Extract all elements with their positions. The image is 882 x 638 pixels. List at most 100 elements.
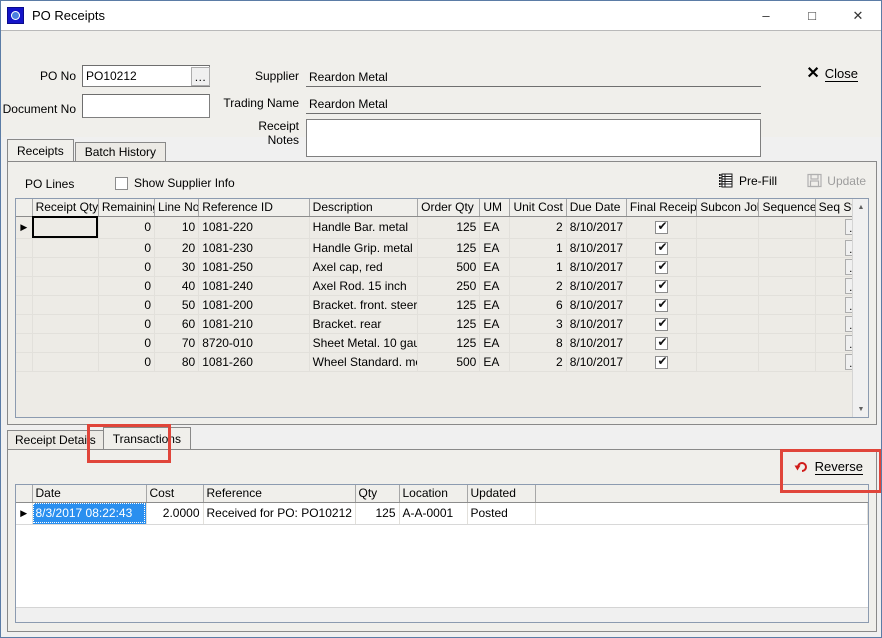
tcol-reference[interactable]: Reference: [203, 485, 356, 503]
col-line-no[interactable]: Line No: [154, 199, 200, 217]
table-row[interactable]: 0 40 1081-240 Axel Rod. 15 inch 250 EA 2 8/10/2…: [16, 276, 868, 296]
update-button[interactable]: Update: [807, 173, 866, 188]
table-row[interactable]: 0301081-250Axel cap, red500EA18/10/2017…: [16, 257, 868, 277]
cell-receipt-qty[interactable]: [32, 238, 99, 258]
scroll-up-icon[interactable]: ▲: [853, 199, 868, 215]
cell-receipt-qty[interactable]: [32, 216, 99, 239]
grid-vertical-scrollbar[interactable]: ▲ ▼: [852, 199, 868, 417]
cell-order-qty: 125: [417, 295, 481, 315]
cell-due-date: 8/10/2017: [566, 295, 627, 315]
cell-subcon-job: [696, 295, 760, 315]
row-selector-cell[interactable]: [16, 333, 33, 353]
checkbox-checked-icon[interactable]: [655, 219, 669, 235]
tab-receipts[interactable]: Receipts: [7, 139, 74, 161]
table-row[interactable]: 0601081-210Bracket. rear125EA38/10/2017…: [16, 314, 868, 334]
minimize-icon[interactable]: –: [743, 1, 789, 30]
cell-receipt-qty[interactable]: [32, 257, 99, 277]
table-row[interactable]: 0 20 1081-230 Handle Grip. metal 125 EA 1 8/10/…: [16, 238, 868, 258]
row-selector-cell[interactable]: [16, 295, 33, 315]
checkbox-checked-icon[interactable]: [655, 240, 669, 255]
checkbox-checked-icon[interactable]: [655, 259, 669, 274]
cell-unit-cost: 1: [509, 238, 567, 258]
cell-line-no: 60: [154, 314, 200, 334]
trans-row-selector-cell[interactable]: ▶: [16, 502, 33, 525]
table-row[interactable]: ▶ 8/3/2017 08:22:43 2.0000 Received for PO:…: [16, 502, 868, 525]
transactions-table: Date Cost Reference Qty Location Updated…: [16, 485, 868, 525]
checkbox-checked-icon[interactable]: [655, 335, 669, 350]
checkbox-checked-icon[interactable]: [655, 316, 669, 331]
tcol-qty[interactable]: Qty: [355, 485, 400, 503]
tcol-cost[interactable]: Cost: [146, 485, 204, 503]
col-final-receipt[interactable]: Final Receipt: [626, 199, 698, 217]
close-icon[interactable]: ✕: [835, 1, 881, 30]
col-order-qty[interactable]: Order Qty: [417, 199, 481, 217]
col-subcon-job[interactable]: Subcon Job: [696, 199, 760, 217]
row-selector-cell[interactable]: [16, 276, 33, 296]
cell-receipt-qty[interactable]: [32, 276, 99, 296]
cell-final-receipt[interactable]: [626, 295, 698, 315]
tcol-date[interactable]: Date: [32, 485, 147, 503]
cell-um: EA: [479, 216, 511, 239]
cell-receipt-qty[interactable]: [32, 333, 99, 353]
table-row[interactable]: 0 70 8720-010 Sheet Metal. 10 gau 125 EA 8 8/10…: [16, 333, 868, 353]
cell-final-receipt[interactable]: [626, 257, 698, 277]
col-sequence[interactable]: Sequence: [758, 199, 816, 217]
col-receipt-qty[interactable]: Receipt Qty: [32, 199, 99, 217]
prefill-button-label: Pre-Fill: [739, 173, 777, 188]
cell-order-qty: 500: [417, 352, 481, 372]
cell-final-receipt[interactable]: [626, 216, 698, 239]
row-selector-cell[interactable]: [16, 257, 33, 277]
scroll-down-icon[interactable]: ▼: [853, 401, 868, 417]
transactions-grid[interactable]: Date Cost Reference Qty Location Updated…: [15, 484, 869, 623]
table-row[interactable]: 0 80 1081-260 Wheel Standard. me 500 EA 2 8/10/…: [16, 352, 868, 372]
transactions-horizontal-scrollbar[interactable]: [16, 607, 868, 622]
title-bar: PO Receipts – □ ✕: [1, 1, 881, 30]
cell-unit-cost: 3: [509, 314, 567, 334]
cell-final-receipt[interactable]: [626, 314, 698, 334]
row-selector-cell[interactable]: [16, 352, 33, 372]
row-selector-cell[interactable]: ▶: [16, 216, 33, 239]
cell-sequence: [758, 295, 816, 315]
cell-receipt-qty[interactable]: [32, 352, 99, 372]
cell-um: EA: [479, 276, 511, 296]
cell-subcon-job: [696, 314, 760, 334]
checkbox-checked-icon[interactable]: [655, 354, 669, 369]
col-description[interactable]: Description: [309, 199, 419, 217]
tab-receipt-details[interactable]: Receipt Details: [7, 430, 104, 449]
cell-remaining: 0: [98, 216, 156, 239]
po-lines-grid[interactable]: Receipt Qty Remaining Line No Reference …: [15, 198, 869, 418]
tab-batch-history[interactable]: Batch History: [74, 142, 167, 161]
cell-receipt-qty[interactable]: [32, 314, 99, 334]
cell-date[interactable]: 8/3/2017 08:22:43: [32, 502, 147, 525]
cell-final-receipt[interactable]: [626, 333, 698, 353]
col-reference-id[interactable]: Reference ID: [198, 199, 310, 217]
close-button[interactable]: ✕ Close: [806, 66, 858, 82]
cell-receipt-qty[interactable]: [32, 295, 99, 315]
cell-description: Axel cap, red: [309, 257, 419, 277]
reverse-button[interactable]: Reverse: [794, 459, 863, 475]
cell-remaining: 0: [98, 276, 156, 296]
cell-line-no: 50: [154, 295, 200, 315]
cell-line-no: 10: [154, 216, 200, 239]
tcol-location[interactable]: Location: [399, 485, 468, 503]
cell-final-receipt[interactable]: [626, 238, 698, 258]
row-selector-cell[interactable]: [16, 238, 33, 258]
checkbox-checked-icon[interactable]: [655, 278, 669, 293]
maximize-icon[interactable]: □: [789, 1, 835, 30]
show-supplier-info-checkbox[interactable]: Show Supplier Info: [115, 176, 235, 190]
grid-filler-cell: [16, 371, 33, 417]
tab-transactions[interactable]: Transactions: [102, 427, 191, 449]
prefill-button[interactable]: Pre-Fill: [719, 173, 777, 188]
checkbox-checked-icon[interactable]: [655, 297, 669, 312]
cell-um: EA: [479, 333, 511, 353]
table-row[interactable]: 0 50 1081-200 Bracket. front. steer 125 EA 6 8/…: [16, 295, 868, 315]
col-due-date[interactable]: Due Date: [566, 199, 627, 217]
cell-final-receipt[interactable]: [626, 276, 698, 296]
tcol-updated[interactable]: Updated: [467, 485, 536, 503]
cell-final-receipt[interactable]: [626, 352, 698, 372]
col-um[interactable]: UM: [479, 199, 511, 217]
table-row[interactable]: ▶ 0 10 1081-220 Handle Bar. metal 125 EA 2 8/10/…: [16, 216, 868, 239]
col-unit-cost[interactable]: Unit Cost: [509, 199, 567, 217]
col-remaining[interactable]: Remaining: [98, 199, 156, 217]
row-selector-cell[interactable]: [16, 314, 33, 334]
